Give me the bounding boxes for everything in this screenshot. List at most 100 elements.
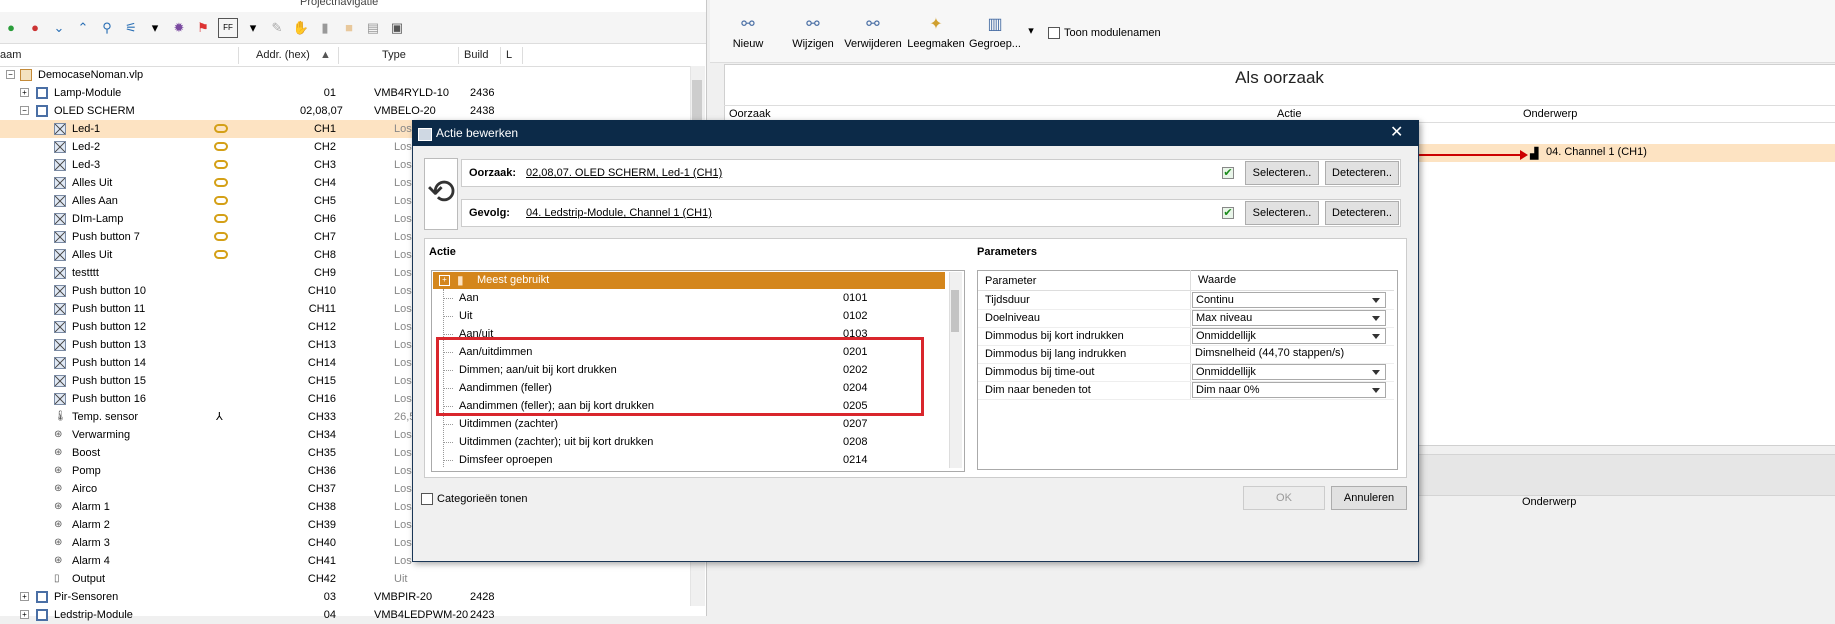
tree-row[interactable]: ▯ Output CH42 Uit — [0, 570, 704, 588]
actie-title: Actie — [429, 246, 456, 258]
doc-icon[interactable]: ▤ — [364, 19, 382, 37]
toon-modulenamen-checkbox[interactable]: Toon modulenamen — [1048, 27, 1161, 40]
tree-row-type: VMB4LEDPWM-20 — [374, 609, 469, 621]
tree-row-addr: CH3 — [313, 159, 336, 171]
ribbon: ⚯ Nieuw ⚯ Wijzigen ⚯ Verwijderen ✦ Leegmaken… — [710, 0, 1835, 63]
gevolg-value[interactable]: 04. Ledstrip-Module, Channel 1 (CH1) — [526, 207, 712, 219]
action-row-name[interactable]: Uitdimmen (zachter); uit bij kort drukke… — [459, 433, 653, 451]
wand-icon[interactable]: ⚟ — [122, 19, 140, 37]
search-icon[interactable]: ⚲ — [98, 19, 116, 37]
tree-row-name: Push button 16 — [72, 393, 147, 405]
collapse-icon[interactable]: − — [6, 70, 15, 79]
sensor-dot-icon: ⊛ — [54, 501, 63, 512]
dialog-titlebar[interactable] — [412, 120, 1419, 146]
gevolg-select-button[interactable]: Selecteren.. — [1245, 201, 1319, 225]
new-button[interactable]: ⚯ Nieuw — [728, 14, 768, 50]
gevolg-detect-button[interactable]: Detecteren.. — [1325, 201, 1399, 225]
oorzaak-detect-button[interactable]: Detecteren.. — [1325, 161, 1399, 185]
col-build[interactable]: Build — [464, 49, 488, 61]
tree-row-name: Verwarming — [72, 429, 131, 441]
expand-icon[interactable]: ⌃ — [74, 19, 92, 37]
col-addr[interactable]: Addr. (hex) — [256, 49, 310, 61]
add-icon[interactable]: ● — [2, 19, 20, 37]
tree-row[interactable]: − OLED SCHERM 02,08,07 VMBELO-20 2438 — [0, 102, 704, 120]
tree-row[interactable]: + Pir-Sensoren 03 VMBPIR-20 2428 — [0, 588, 704, 606]
sensor-dot-icon: ⊛ — [54, 429, 63, 440]
sensor-dot-icon: ⊛ — [54, 555, 63, 566]
col-oorzaak[interactable]: Oorzaak — [729, 108, 771, 120]
param-value-dropdown[interactable]: Max niveau — [1192, 310, 1386, 326]
action-row-name[interactable]: Uit — [459, 307, 472, 325]
delete-button[interactable]: ⚯ Verwijderen — [840, 14, 906, 50]
tree-row[interactable]: + Ledstrip-Module 04 VMB4LEDPWM-20 2423 — [0, 606, 704, 624]
pin-icon[interactable]: ▮ — [316, 19, 334, 37]
categorieen-tonen-checkbox[interactable]: Categorieën tonen — [421, 493, 528, 506]
ff-icon[interactable]: FF — [218, 17, 238, 38]
params-header: Parameter Waarde — [978, 272, 1394, 291]
tree-row-type: Los — [394, 357, 412, 369]
channel-icon — [54, 141, 66, 153]
param-row: Dim naar beneden tot Dim naar 0% — [978, 381, 1394, 400]
col-l[interactable]: L — [506, 49, 512, 61]
collapse-icon[interactable]: − — [20, 106, 29, 115]
window-icon[interactable]: ▣ — [388, 19, 406, 37]
tree-connector — [443, 424, 453, 425]
tree-row-name: Push button 15 — [72, 375, 147, 387]
col-onderwerp-2[interactable]: Onderwerp — [1522, 496, 1576, 508]
group-meest-gebruikt[interactable]: + ▮ Meest gebruikt — [433, 272, 945, 289]
clear-button[interactable]: ✦ Leegmaken — [906, 14, 966, 50]
expand-icon[interactable]: + — [20, 610, 29, 619]
channel-icon — [54, 339, 66, 351]
ok-button[interactable]: OK — [1243, 486, 1325, 510]
dialog-app-icon — [418, 128, 432, 141]
expand-icon[interactable]: + — [20, 592, 29, 601]
ribbon-dropdown-icon[interactable]: ▾ — [1024, 24, 1038, 37]
expand-icon[interactable]: + — [20, 88, 29, 97]
action-row-code: 0207 — [843, 418, 868, 430]
close-icon[interactable]: ✕ — [1390, 122, 1403, 142]
action-list-scroll-thumb[interactable] — [951, 290, 959, 332]
oorzaak-value[interactable]: 02,08,07. OLED SCHERM, Led-1 (CH1) — [526, 167, 722, 179]
col-name[interactable]: aam — [0, 49, 21, 61]
parameters-title: Parameters — [977, 246, 1037, 258]
param-value-dropdown[interactable]: Onmiddellijk — [1192, 364, 1386, 380]
param-value-dropdown[interactable]: Dim naar 0% — [1192, 382, 1386, 398]
col-onderwerp[interactable]: Onderwerp — [1523, 108, 1577, 120]
param-row: Dimmodus bij kort indrukken Onmiddellijk — [978, 327, 1394, 346]
action-row-name[interactable]: Uitdimmen (zachter) — [459, 415, 558, 433]
channel-icon — [54, 177, 66, 189]
tree-row-addr: CH8 — [313, 249, 336, 261]
hand-icon[interactable]: ✋ — [292, 19, 310, 37]
remove-icon[interactable]: ● — [26, 19, 44, 37]
tree-row[interactable]: − DemocaseNoman.vlp — [0, 66, 704, 84]
tree-row-type: Los — [394, 141, 412, 153]
tree-connector — [443, 442, 453, 443]
check-icon[interactable]: ✔ — [1222, 167, 1234, 179]
param-value-dropdown[interactable]: Onmiddellijk — [1192, 328, 1386, 344]
group-button[interactable]: ▥ Gegroep... — [962, 14, 1028, 50]
col-actie[interactable]: Actie — [1277, 108, 1301, 120]
tree-row-name: Alles Aan — [72, 195, 118, 207]
settings-icon[interactable]: ✹ — [170, 19, 188, 37]
tree-row-name: DIm-Lamp — [72, 213, 124, 225]
action-row-name[interactable]: Aan — [459, 289, 479, 307]
cancel-button[interactable]: Annuleren — [1331, 486, 1407, 510]
tree-row[interactable]: + Lamp-Module 01 VMB4RYLD-10 2436 — [0, 84, 704, 102]
tree-row-type: Los — [394, 231, 412, 243]
oorzaak-select-button[interactable]: Selecteren.. — [1245, 161, 1319, 185]
tree-row-name: Led-2 — [72, 141, 101, 153]
tree-row-name: DemocaseNoman.vlp — [38, 69, 144, 81]
note-icon[interactable]: ■ — [340, 19, 358, 37]
col-type[interactable]: Type — [382, 49, 406, 61]
expand-icon[interactable]: + — [439, 275, 450, 286]
brush-icon[interactable]: ✎ — [268, 19, 286, 37]
edit-button[interactable]: ⚯ Wijzigen — [790, 14, 836, 50]
param-value-dropdown[interactable]: Continu — [1192, 292, 1386, 308]
action-row-name[interactable]: Dimsfeer oproepen — [459, 451, 553, 469]
dropdown-icon[interactable]: ▾ — [244, 19, 262, 37]
tree-row-name: Led-1 — [72, 123, 101, 135]
location-icon[interactable]: ⚑ — [194, 19, 212, 37]
check-icon[interactable]: ✔ — [1222, 207, 1234, 219]
dropdown-icon[interactable]: ▾ — [146, 19, 164, 37]
collapse-icon[interactable]: ⌄ — [50, 19, 68, 37]
